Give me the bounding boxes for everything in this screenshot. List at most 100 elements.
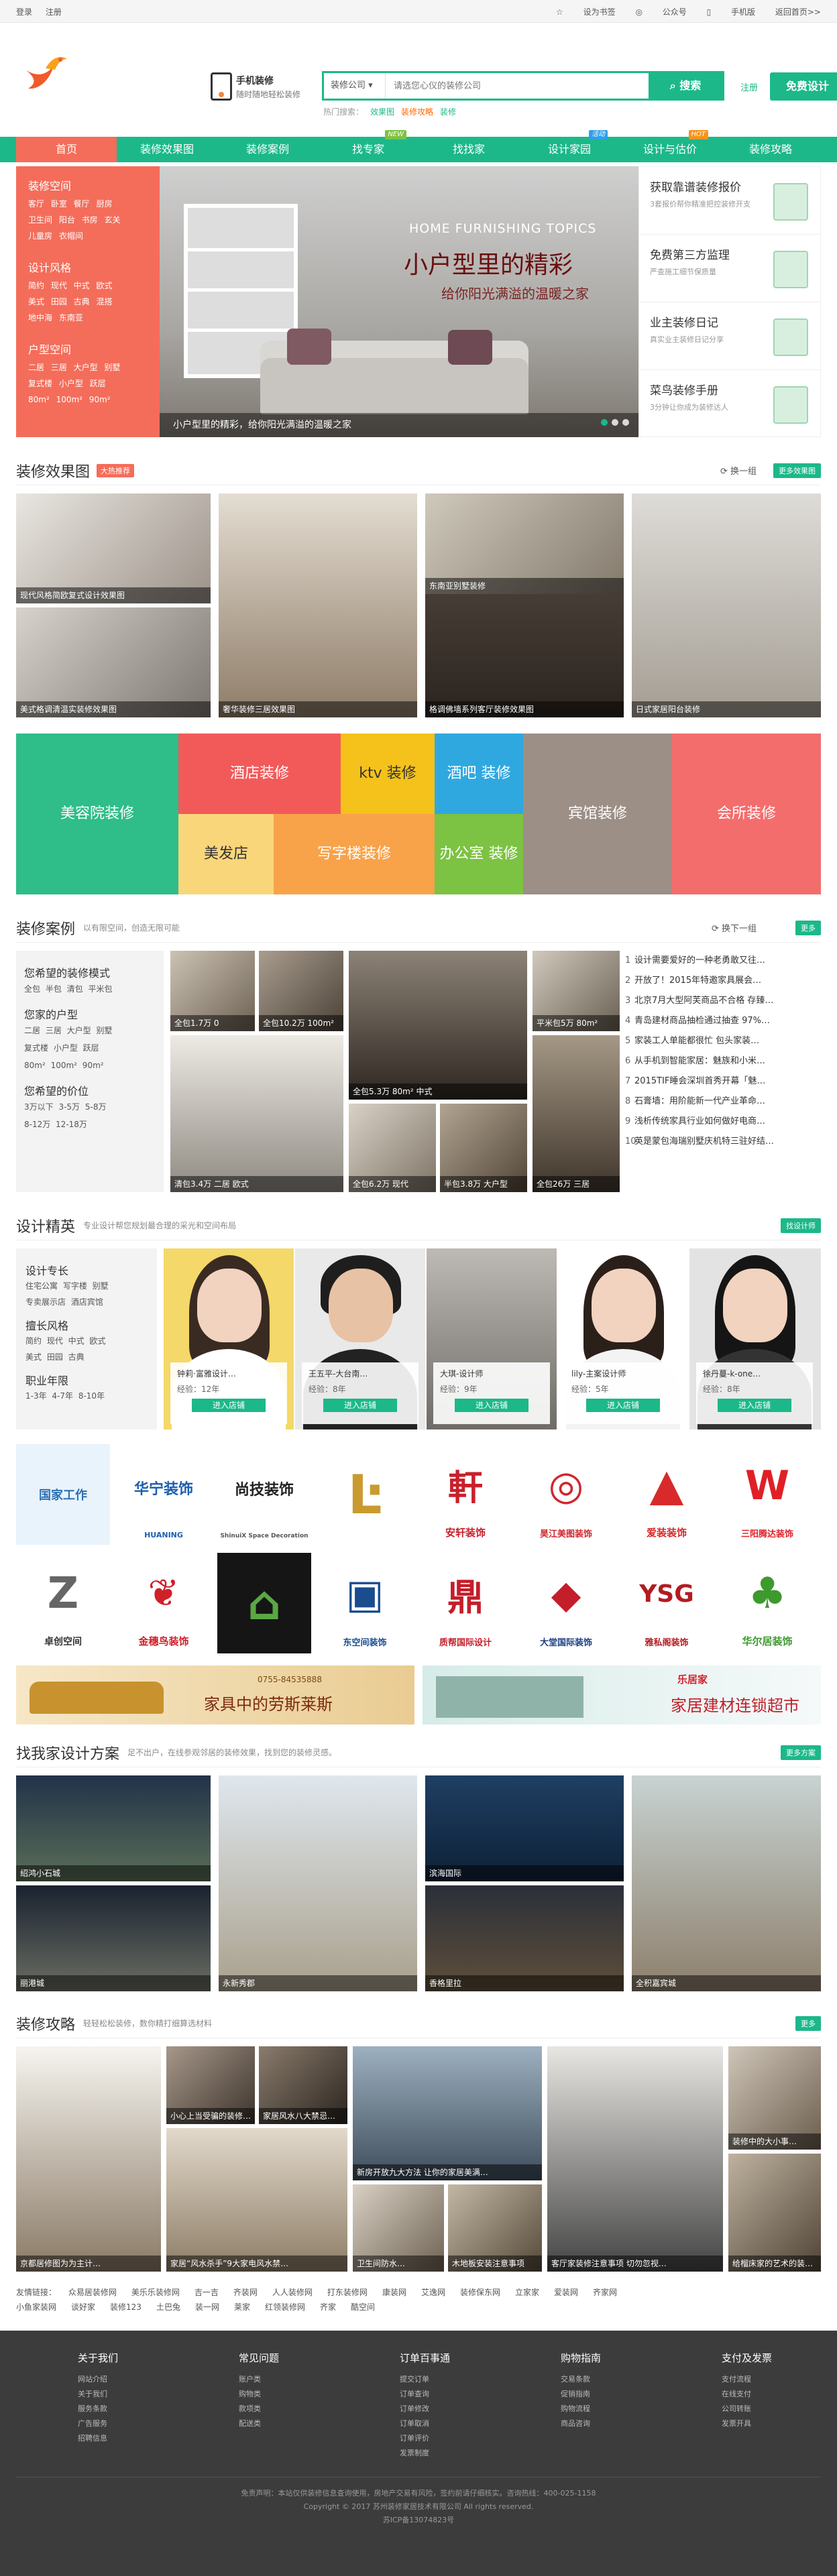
search-type-select[interactable]: 装修公司 ▾ [324,73,386,99]
brand-logo[interactable]: ▣ 东空间装饰 [318,1553,412,1653]
case-photo[interactable]: 平米包5万 80m² [533,951,620,1031]
footer-link[interactable]: 订单查询 [400,2387,499,2402]
footer-link[interactable]: 网站介绍 [78,2372,177,2387]
filter-options[interactable]: 简约 现代 中式 欧式 [25,1333,148,1349]
news-item[interactable]: 4 青岛建材商品抽检通过抽查 97%… [625,1011,821,1031]
enter-shop-button[interactable]: 进入店铺 [323,1399,397,1412]
friend-link[interactable]: 美乐乐装修网 [131,2288,180,2297]
plan-photo[interactable]: 滨海国际 [425,1775,624,1881]
hot-item[interactable]: 装修攻略 [401,107,433,117]
case-photo[interactable]: 全包26万 三居 [533,1035,620,1192]
footer-link[interactable]: 订单修改 [400,2402,499,2416]
mobile-promo[interactable]: 手机装修 随时随地轻松装修 [211,72,300,101]
slider-dot[interactable] [622,419,629,426]
plan-photo[interactable]: 绍鸿小石城 [16,1775,211,1881]
friend-link[interactable]: 人人装修网 [272,2288,313,2297]
enter-shop-button[interactable]: 进入店铺 [455,1399,528,1412]
type-bar[interactable]: 酒吧 装修 [435,734,523,814]
footer-link[interactable]: 账户类 [239,2372,338,2387]
nav-gallery[interactable]: 装修效果图 [117,137,217,162]
friend-link[interactable]: 齐家网 [593,2288,617,2297]
filter-options[interactable]: 全包 半包 清包 平米包 [24,980,156,998]
gallery-photo[interactable]: 东南亚别墅装修 [425,493,624,594]
case-photo[interactable]: 清包3.4万 二居 欧式 [170,1035,343,1192]
gallery-photo[interactable]: 日式家居阳台装修 [632,493,821,717]
more-button[interactable]: 找设计师 [781,1218,821,1233]
service-manual[interactable]: 菜鸟装修手册 3分钟让你成为装修达人 [639,370,820,438]
friend-link[interactable]: 装修123 [110,2302,142,2312]
nav-experts[interactable]: 找专家 NEW [318,130,418,162]
register-link[interactable]: 注册 [46,7,62,17]
news-item[interactable]: 10英是蒙包海瑞别墅庆机特三驻好结… [625,1132,821,1152]
designer-card[interactable]: 钟莉·富雅设计… 经验：12年 进入店铺 [164,1248,294,1429]
more-button[interactable]: 更多效果图 [773,463,821,478]
mobile-link[interactable]: ▯ 手机版 [707,7,755,17]
plan-photo[interactable]: 全积嘉宾城 [632,1775,821,1991]
search-button[interactable]: ⌕ 搜索 [649,73,722,99]
brand-logo[interactable]: ♣ 华尔居装饰 [720,1553,814,1653]
wechat-link[interactable]: ◎ 公众号 [635,7,686,17]
enter-shop-button[interactable]: 进入店铺 [718,1399,791,1412]
guide-photo[interactable]: 新房开放九大方法 让你的家居美满… [353,2046,542,2180]
more-button[interactable]: 更多 [795,921,821,935]
category-row[interactable]: 卫生间 阳台 书房 玄关 [28,212,148,228]
guide-photo[interactable]: 家居“风水杀手”9大家电风水禁… [166,2128,347,2272]
designer-card[interactable]: 徐丹蔓-k-one… 经验：8年 进入店铺 [689,1248,821,1429]
guide-photo[interactable]: 小心上当受骗的装修… [166,2046,255,2124]
brand-logo[interactable]: 鼎质帮国际设计 [418,1553,512,1653]
guide-photo[interactable]: 装修中的大小事… [728,2046,821,2150]
nav-find-home[interactable]: 找找家 [418,137,519,162]
type-office-building[interactable]: 写字楼装修 [274,814,435,894]
header-register-link[interactable]: 注册 [740,80,758,93]
friend-link[interactable]: 酷空间 [351,2302,375,2312]
service-diary[interactable]: 业主装修日记 真实业主装修日记分享 [639,302,820,370]
footer-link[interactable]: 支付流程 [722,2372,821,2387]
change-group-button[interactable]: ⟳ 换下一组 [712,921,757,934]
news-item[interactable]: 8 石膏墙：用阶能新一代产业革命… [625,1092,821,1112]
filter-options[interactable]: 美式 田园 古典 [25,1349,148,1365]
category-row[interactable]: 80m² 100m² 90m² [28,392,148,408]
friend-link[interactable]: 众易居装修网 [68,2288,117,2297]
ad-banner-furniture[interactable]: 0755-84535888 家具中的劳斯莱斯 [16,1665,414,1724]
nav-quote[interactable]: 设计与估价 HOT [620,130,720,162]
enter-shop-button[interactable]: 进入店铺 [586,1399,660,1412]
type-office[interactable]: 办公室 装修 [435,814,523,894]
designer-card[interactable]: lily-主案设计师 经验：5年 进入店铺 [558,1248,688,1429]
footer-link[interactable]: 公司转账 [722,2402,821,2416]
plan-photo[interactable]: 丽港城 [16,1885,211,1991]
guide-photo[interactable]: 给榴床家的艺术的装… [728,2154,821,2272]
filter-options[interactable]: 住宅公寓 写字楼 别墅 [25,1278,148,1294]
category-row[interactable]: 客厅 卧室 餐厅 厨房 [28,196,148,212]
footer-link[interactable]: 购物类 [239,2387,338,2402]
friend-link[interactable]: 爱装网 [554,2288,578,2297]
ad-banner-materials[interactable]: 乐居家 家居建材连锁超市 [423,1665,821,1724]
brand-logo[interactable]: 軒安轩装饰 [418,1444,512,1545]
change-group-button[interactable]: ⟳ 换一组 [720,464,757,477]
brand-logo[interactable]: ❦ 金穗鸟装饰 [117,1553,211,1653]
footer-link[interactable]: 发票制度 [400,2446,499,2461]
footer-link[interactable]: 在线支付 [722,2387,821,2402]
brand-logo[interactable]: ⌂ [217,1553,311,1653]
nav-design-home[interactable]: 设计家园 活动 [519,130,620,162]
friend-link[interactable]: 立家家 [515,2288,539,2297]
filter-options[interactable]: 80m² 100m² 90m² [24,1057,156,1074]
guide-photo[interactable]: 客厅家装修注意事项 切勿忽视… [547,2046,723,2272]
type-club[interactable]: 会所装修 [672,734,821,894]
friend-link[interactable]: 打东装修网 [327,2288,368,2297]
brand-logo[interactable]: ▲ 爱装装饰 [620,1444,714,1545]
type-hair-salon[interactable]: 美发店 [178,814,274,894]
category-row[interactable]: 美式 田园 古典 混搭 [28,294,148,310]
brand-logo[interactable]: ◎ 昊江美图装饰 [519,1444,613,1545]
gallery-photo[interactable]: 美式格调清温实装修效果图 [16,607,211,717]
news-item[interactable]: 6 从手机到智能家居：魅族和小米… [625,1051,821,1071]
plan-photo[interactable]: 香格里拉 [425,1885,624,1991]
news-item[interactable]: 2 开放了！2015年特邀家具展会… [625,971,821,991]
slider-dot[interactable] [601,419,608,426]
footer-link[interactable]: 购物流程 [561,2402,660,2416]
filter-options[interactable]: 1-3年 4-7年 8-10年 [25,1388,148,1404]
case-photo[interactable]: 全包5.3万 80m² 中式 [349,951,527,1100]
home-link[interactable]: 返回首页>> [775,7,821,17]
guide-photo[interactable]: 木地板安装注意事项 [448,2184,542,2272]
footer-link[interactable]: 发票开具 [722,2416,821,2431]
login-link[interactable]: 登录 [16,7,32,17]
